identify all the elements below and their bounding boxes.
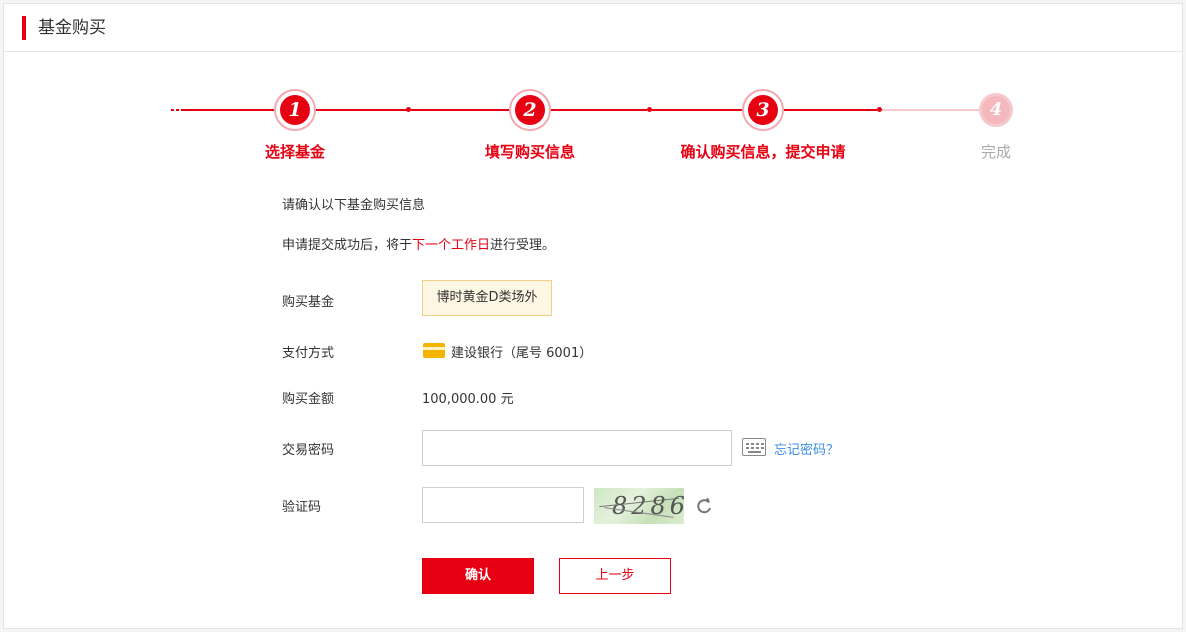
page-title: 基金购买: [38, 18, 106, 38]
step-3-number: 3: [748, 95, 778, 125]
step-3-circle: 3: [742, 89, 784, 131]
keyboard-icon[interactable]: [742, 438, 766, 456]
forgot-password-link[interactable]: 忘记密码？: [774, 439, 839, 458]
confirm-button[interactable]: 确认: [422, 558, 534, 594]
fund-name-box: 博时黄金D类场外: [422, 280, 552, 316]
progress-steps: 1 2 3 4 选择基金 填写购买信息 确认购买信息，提交申请 完成: [4, 89, 1184, 169]
previous-step-button[interactable]: 上一步: [559, 558, 671, 594]
payment-method-value: 建设银行（尾号 6001）: [451, 346, 593, 361]
step-2-circle: 2: [509, 89, 551, 131]
notice-highlight: 下一个工作日: [412, 238, 491, 253]
step-connector: [181, 109, 276, 111]
amount-label: 购买金额: [282, 392, 335, 407]
bank-card-icon: [423, 343, 445, 358]
confirm-instruction: 请确认以下基金购买信息: [282, 198, 426, 213]
notice-prefix: 申请提交成功后，将于: [282, 238, 413, 253]
password-input[interactable]: [422, 430, 732, 466]
step-1-circle: 1: [274, 89, 316, 131]
captcha-image[interactable]: 8286: [594, 488, 684, 524]
captcha-text: 8286: [612, 492, 684, 520]
processing-notice: 申请提交成功后，将于下一个工作日进行受理。: [282, 234, 555, 253]
header-accent-bar: [22, 16, 26, 40]
step-2-number: 2: [515, 95, 545, 125]
step-lead-tick: [176, 109, 179, 111]
fund-purchase-panel: 基金购买 1 2 3 4 选择基金 填写购买信息 确认购买信息，提交申请 完成: [3, 3, 1183, 629]
step-4-label: 完成: [980, 143, 1011, 161]
password-label: 交易密码: [282, 443, 335, 458]
payment-label: 支付方式: [282, 346, 335, 361]
step-connector: [784, 109, 877, 111]
step-connector: [316, 109, 408, 111]
fund-label: 购买基金: [282, 295, 335, 310]
step-1-label: 选择基金: [264, 143, 325, 161]
step-lead-tick: [171, 109, 174, 111]
step-2-label: 填写购买信息: [484, 143, 575, 161]
step-connector: [551, 109, 647, 111]
panel-header: 基金购买: [4, 4, 1182, 52]
step-3-label: 确认购买信息，提交申请: [680, 143, 846, 161]
captcha-label: 验证码: [282, 500, 322, 515]
notice-suffix: 进行受理。: [490, 238, 556, 253]
step-1-number: 1: [280, 95, 310, 125]
refresh-icon[interactable]: [694, 496, 714, 516]
step-connector: [411, 109, 509, 111]
step-connector: [652, 109, 742, 111]
amount-value: 100,000.00 元: [422, 392, 514, 407]
step-4-number: 4: [982, 96, 1010, 124]
captcha-input[interactable]: [422, 487, 584, 523]
step-4-circle: 4: [979, 93, 1013, 127]
step-connector-inactive: [882, 109, 980, 111]
